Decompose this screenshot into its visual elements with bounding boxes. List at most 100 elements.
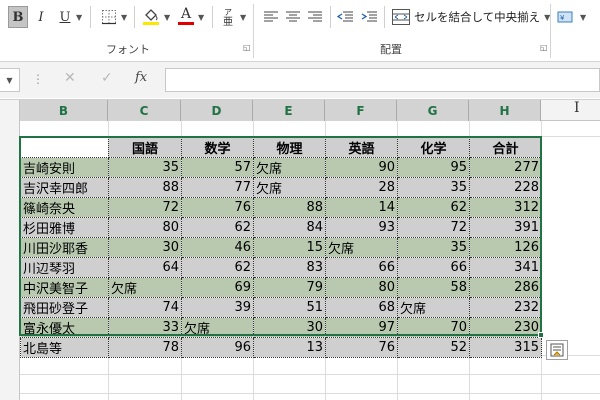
header-cell[interactable]: 物理 (253, 137, 326, 158)
fill-handle[interactable] (538, 332, 544, 338)
score-cell[interactable]: 30 (108, 237, 182, 258)
decrease-indent-button[interactable] (336, 6, 354, 28)
score-cell[interactable]: 78 (108, 337, 182, 358)
score-cell[interactable]: 228 (469, 177, 542, 198)
score-cell[interactable]: 93 (325, 217, 398, 238)
student-name-cell[interactable]: 川辺琴羽 (20, 257, 109, 278)
fill-color-dropdown-caret-icon[interactable]: ▼ (164, 13, 170, 22)
score-cell[interactable]: 286 (469, 277, 542, 298)
score-cell[interactable]: 66 (325, 257, 398, 278)
score-cell[interactable]: 69 (181, 277, 254, 298)
score-cell[interactable]: 126 (469, 237, 542, 258)
italic-button[interactable]: I (32, 6, 50, 28)
score-cell[interactable]: 90 (325, 157, 398, 178)
score-cell[interactable]: 97 (325, 317, 398, 338)
score-cell[interactable]: 70 (397, 317, 470, 338)
student-name-cell[interactable]: 富永優太 (20, 317, 109, 338)
phonetic-guide-button[interactable]: ア 亜 (220, 5, 238, 27)
score-cell[interactable]: 39 (181, 297, 254, 318)
underline-dropdown-caret-icon[interactable]: ▼ (76, 13, 82, 22)
merge-center-button[interactable]: セルを結合して中央揃え ▼ (392, 6, 550, 28)
score-cell[interactable]: 欠席 (325, 237, 398, 258)
student-name-cell[interactable]: 中沢美智子 (20, 277, 109, 298)
score-table[interactable]: 国語 数学 物理 英語 化学 合計 吉崎安則 35 57 欠席 90 95 277 吉沢幸四郎… (20, 137, 542, 358)
score-cell[interactable]: 33 (108, 317, 182, 338)
score-cell[interactable]: 312 (469, 197, 542, 218)
score-cell[interactable]: 232 (469, 297, 542, 318)
alignment-dialog-launcher-icon[interactable]: ◱ (540, 43, 548, 52)
score-cell[interactable]: 28 (325, 177, 398, 198)
number-format-button[interactable]: ¥ (556, 6, 578, 28)
score-cell[interactable]: 欠席 (397, 297, 470, 318)
student-name-cell[interactable]: 杉田雅博 (20, 217, 109, 238)
header-cell[interactable]: 数学 (181, 137, 254, 158)
quick-analysis-button[interactable] (546, 340, 568, 360)
score-cell[interactable]: 96 (181, 337, 254, 358)
column-header-H[interactable]: H (469, 100, 541, 121)
score-cell[interactable]: 51 (253, 297, 326, 318)
column-header-I[interactable]: I (574, 100, 580, 116)
student-name-cell[interactable]: 北島等 (20, 337, 109, 358)
bold-button[interactable]: B (8, 6, 28, 28)
score-cell[interactable]: 62 (397, 197, 470, 218)
student-name-cell[interactable]: 川田沙耶香 (20, 237, 109, 258)
column-header-E[interactable]: E (253, 100, 325, 121)
column-header-B[interactable]: B (20, 100, 108, 121)
align-left-button[interactable] (262, 6, 280, 28)
fill-color-button[interactable] (140, 5, 162, 27)
header-cell[interactable]: 国語 (108, 137, 182, 158)
score-cell[interactable]: 35 (397, 237, 470, 258)
score-cell[interactable]: 58 (397, 277, 470, 298)
student-name-cell[interactable]: 飛田砂登子 (20, 297, 109, 318)
score-cell[interactable]: 277 (469, 157, 542, 178)
column-header-C[interactable]: C (108, 100, 181, 121)
score-cell[interactable]: 315 (469, 337, 542, 358)
score-cell[interactable]: 391 (469, 217, 542, 238)
font-dialog-launcher-icon[interactable]: ◱ (243, 43, 251, 52)
score-cell[interactable]: 欠席 (253, 157, 326, 178)
score-cell[interactable]: 95 (397, 157, 470, 178)
score-cell[interactable]: 14 (325, 197, 398, 218)
phonetic-dropdown-caret-icon[interactable]: ▼ (240, 13, 246, 22)
score-cell[interactable]: 68 (325, 297, 398, 318)
score-cell[interactable]: 欠席 (253, 177, 326, 198)
select-all-corner[interactable] (0, 100, 20, 121)
score-cell[interactable]: 83 (253, 257, 326, 278)
score-cell[interactable]: 80 (108, 217, 182, 238)
score-cell[interactable]: 57 (181, 157, 254, 178)
font-color-dropdown-caret-icon[interactable]: ▼ (198, 13, 204, 22)
header-cell[interactable] (20, 137, 109, 158)
score-cell[interactable]: 72 (108, 197, 182, 218)
increase-indent-button[interactable] (360, 6, 378, 28)
student-name-cell[interactable]: 吉崎安則 (20, 157, 109, 178)
score-cell[interactable]: 88 (253, 197, 326, 218)
score-cell[interactable]: 62 (181, 257, 254, 278)
score-cell[interactable]: 46 (181, 237, 254, 258)
formula-input[interactable] (165, 68, 600, 92)
score-cell[interactable]: 欠席 (108, 277, 182, 298)
score-cell[interactable]: 72 (397, 217, 470, 238)
score-cell[interactable]: 15 (253, 237, 326, 258)
insert-function-button[interactable]: fx (135, 70, 147, 85)
score-cell[interactable]: 64 (108, 257, 182, 278)
header-cell[interactable]: 合計 (469, 137, 542, 158)
align-right-button[interactable] (306, 6, 324, 28)
score-cell[interactable]: 35 (108, 157, 182, 178)
cancel-icon[interactable]: ✕ (64, 70, 76, 86)
column-header-G[interactable]: G (397, 100, 469, 121)
score-cell[interactable]: 88 (108, 177, 182, 198)
score-cell[interactable]: 35 (397, 177, 470, 198)
column-header-D[interactable]: D (181, 100, 253, 121)
score-cell[interactable]: 66 (397, 257, 470, 278)
score-cell[interactable]: 84 (253, 217, 326, 238)
score-cell[interactable]: 341 (469, 257, 542, 278)
score-cell[interactable]: 62 (181, 217, 254, 238)
header-cell[interactable]: 化学 (397, 137, 470, 158)
score-cell[interactable]: 79 (253, 277, 326, 298)
underline-button[interactable]: U (56, 6, 74, 28)
score-cell[interactable]: 77 (181, 177, 254, 198)
score-cell[interactable]: 76 (181, 197, 254, 218)
font-color-button[interactable]: A (176, 5, 196, 27)
align-center-button[interactable] (284, 6, 302, 28)
score-cell[interactable]: 52 (397, 337, 470, 358)
